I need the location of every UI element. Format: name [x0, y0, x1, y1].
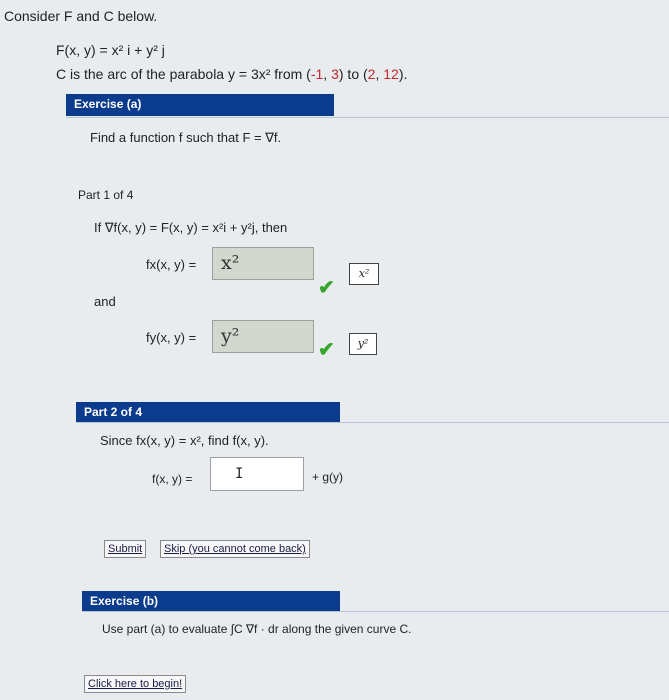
exercise-b-rule: [82, 611, 669, 612]
f-label: f(x, y) =: [152, 472, 193, 486]
fx-check-icon: ✔: [318, 277, 335, 299]
fy-check-icon: ✔: [318, 339, 335, 361]
fy-label: fy(x, y) =: [146, 330, 197, 345]
f-answer-input[interactable]: I: [210, 457, 304, 491]
part2-statement: Since fx(x, y) = x², find f(x, y).: [100, 433, 269, 448]
fx-preview-chip[interactable]: x²: [349, 263, 379, 285]
field-prefix: F(x, y) =: [56, 42, 108, 58]
point1-y: 3: [331, 66, 339, 82]
point2-y: 12: [383, 66, 399, 82]
part1-title: Part 1 of 4: [78, 188, 134, 202]
curve-prefix: C is the arc of the parabola y = 3x² fro…: [56, 66, 311, 82]
part2-header: Part 2 of 4: [76, 402, 340, 422]
exercise-a-rule: [66, 117, 669, 118]
exercise-a-prompt: Find a function f such that F = ∇f.: [90, 130, 282, 145]
fy-preview-chip[interactable]: y²: [349, 333, 377, 355]
part1-statement: If ∇f(x, y) = F(x, y) = x²i + y²j, then: [94, 220, 288, 235]
curve-end: ).: [398, 66, 408, 82]
exercise-a-header: Exercise (a): [66, 94, 334, 116]
intro-heading: Consider F and C below.: [4, 8, 158, 24]
exercise-b-header: Exercise (b): [82, 591, 340, 611]
fy-answer-field[interactable]: y²: [212, 320, 314, 353]
text-cursor-icon: I: [235, 466, 244, 482]
part2-rule: [76, 422, 669, 423]
field-expression: x² i + y² j: [111, 42, 165, 58]
point1-x: -1: [310, 66, 324, 82]
fx-label: fx(x, y) =: [146, 257, 197, 272]
field-definition: F(x, y) = x² i + y² j: [56, 42, 165, 58]
point1-sep: ,: [323, 66, 332, 82]
fx-answer-field[interactable]: x²: [212, 247, 314, 280]
curve-definition: C is the arc of the parabola y = 3x² fro…: [56, 66, 407, 82]
begin-button[interactable]: Click here to begin!: [84, 675, 187, 693]
submit-button[interactable]: Submit: [104, 540, 147, 558]
skip-button[interactable]: Skip (you cannot come back): [160, 540, 310, 558]
curve-mid: ) to (: [338, 66, 368, 82]
exercise-b-prompt: Use part (a) to evaluate ∫C ∇f · dr alon…: [102, 622, 412, 636]
and-label: and: [94, 294, 116, 309]
g-suffix: + g(y): [312, 470, 344, 484]
